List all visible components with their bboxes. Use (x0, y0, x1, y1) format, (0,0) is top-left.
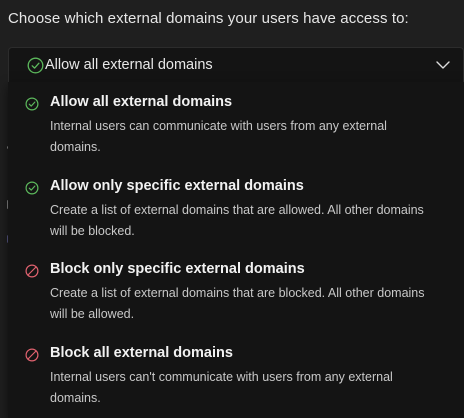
check-circle-icon (27, 57, 44, 74)
option-description: Create a list of external domains that a… (50, 203, 424, 238)
option-description: Internal users can't communicate with us… (50, 370, 393, 405)
option-title: Allow only specific external domains (50, 178, 304, 194)
option-description: Create a list of external domains that a… (50, 286, 425, 321)
option-description: Internal users can communicate with user… (50, 119, 387, 154)
option-allow-specific[interactable]: Allow only specific external domains Cre… (8, 172, 464, 256)
option-title: Block all external domains (50, 345, 233, 361)
chevron-down-icon[interactable] (435, 58, 451, 72)
check-circle-icon (25, 181, 39, 195)
option-allow-all[interactable]: Allow all external domains Internal user… (8, 88, 464, 172)
block-circle-icon (25, 264, 39, 278)
check-circle-icon (25, 97, 39, 111)
block-circle-icon (25, 348, 39, 362)
option-block-all[interactable]: Block all external domains Internal user… (8, 339, 464, 418)
option-block-specific[interactable]: Block only specific external domains Cre… (8, 255, 464, 339)
option-title: Block only specific external domains (50, 261, 305, 277)
domain-options-dropdown: Allow all external domains Internal user… (8, 82, 464, 418)
select-value: Allow all external domains (45, 57, 213, 73)
domain-access-select[interactable]: Allow all external domains (8, 47, 464, 82)
page: Choose which external domains your users… (0, 0, 464, 418)
option-title: Allow all external domains (50, 94, 233, 110)
page-heading: Choose which external domains your users… (8, 10, 409, 27)
